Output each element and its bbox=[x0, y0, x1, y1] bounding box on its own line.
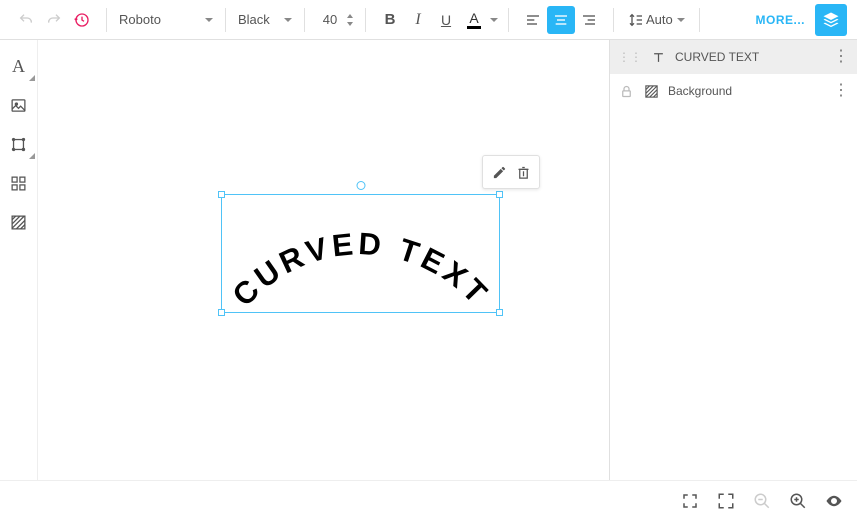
shape-tool[interactable] bbox=[7, 132, 31, 156]
align-left-button[interactable] bbox=[519, 6, 547, 34]
font-size-input[interactable] bbox=[315, 8, 345, 32]
layers-panel: ⋮⋮ CURVED TEXT ⋮ Background ⋮ bbox=[609, 40, 857, 480]
redo-button[interactable] bbox=[40, 6, 68, 34]
zoom-out-button[interactable] bbox=[751, 490, 773, 512]
color-swatch bbox=[467, 26, 481, 29]
context-toolbar bbox=[482, 155, 540, 189]
fullscreen-button[interactable] bbox=[715, 490, 737, 512]
layer-row-curved-text[interactable]: ⋮⋮ CURVED TEXT ⋮ bbox=[610, 40, 857, 74]
layer-label: Background bbox=[668, 84, 825, 98]
font-weight-label: Black bbox=[238, 12, 278, 27]
history-button[interactable] bbox=[68, 6, 96, 34]
lock-icon bbox=[618, 84, 635, 99]
font-family-dropdown[interactable]: Roboto bbox=[111, 6, 221, 34]
font-weight-dropdown[interactable]: Black bbox=[230, 6, 300, 34]
bold-button[interactable]: B bbox=[376, 6, 404, 34]
bottom-status-bar bbox=[0, 480, 857, 520]
text-tool[interactable]: A bbox=[7, 54, 31, 78]
layer-label: CURVED TEXT bbox=[675, 50, 825, 64]
text-icon bbox=[650, 50, 667, 65]
background-tool[interactable] bbox=[7, 210, 31, 234]
delete-button[interactable] bbox=[511, 160, 535, 184]
drag-handle-icon[interactable]: ⋮⋮ bbox=[618, 50, 642, 64]
image-tool[interactable] bbox=[7, 93, 31, 117]
font-size-stepper[interactable] bbox=[315, 8, 355, 32]
left-tool-sidebar: A bbox=[0, 40, 38, 480]
fit-screen-button[interactable] bbox=[679, 490, 701, 512]
chevron-down-icon bbox=[284, 18, 292, 22]
font-size-up[interactable] bbox=[345, 12, 355, 20]
more-button[interactable]: MORE... bbox=[745, 13, 815, 27]
layer-menu-button[interactable]: ⋮ bbox=[833, 49, 849, 65]
layers-panel-toggle[interactable] bbox=[815, 4, 847, 36]
canvas[interactable]: CURVED TEXT bbox=[38, 40, 609, 480]
font-size-down[interactable] bbox=[345, 20, 355, 28]
edit-text-button[interactable] bbox=[487, 160, 511, 184]
line-height-label: Auto bbox=[646, 12, 673, 27]
font-family-label: Roboto bbox=[119, 12, 199, 27]
background-icon bbox=[643, 84, 660, 99]
chevron-down-icon bbox=[205, 18, 213, 22]
rotate-handle[interactable] bbox=[356, 181, 365, 190]
elements-tool[interactable] bbox=[7, 171, 31, 195]
undo-button[interactable] bbox=[12, 6, 40, 34]
resize-handle-br[interactable] bbox=[496, 309, 503, 316]
layer-menu-button[interactable]: ⋮ bbox=[833, 83, 849, 99]
resize-handle-bl[interactable] bbox=[218, 309, 225, 316]
chevron-down-icon[interactable] bbox=[490, 18, 498, 22]
chevron-down-icon bbox=[677, 18, 685, 22]
line-height-dropdown[interactable]: Auto bbox=[624, 12, 689, 28]
resize-handle-tl[interactable] bbox=[218, 191, 225, 198]
align-right-button[interactable] bbox=[575, 6, 603, 34]
top-toolbar: Roboto Black B I U A Auto MORE. bbox=[0, 0, 857, 40]
layer-row-background[interactable]: Background ⋮ bbox=[610, 74, 857, 108]
preview-button[interactable] bbox=[823, 490, 845, 512]
resize-handle-tr[interactable] bbox=[496, 191, 503, 198]
underline-button[interactable]: U bbox=[432, 6, 460, 34]
italic-button[interactable]: I bbox=[404, 6, 432, 34]
align-center-button[interactable] bbox=[547, 6, 575, 34]
selection-box[interactable] bbox=[221, 194, 500, 313]
text-color-button[interactable]: A bbox=[460, 11, 488, 29]
zoom-in-button[interactable] bbox=[787, 490, 809, 512]
